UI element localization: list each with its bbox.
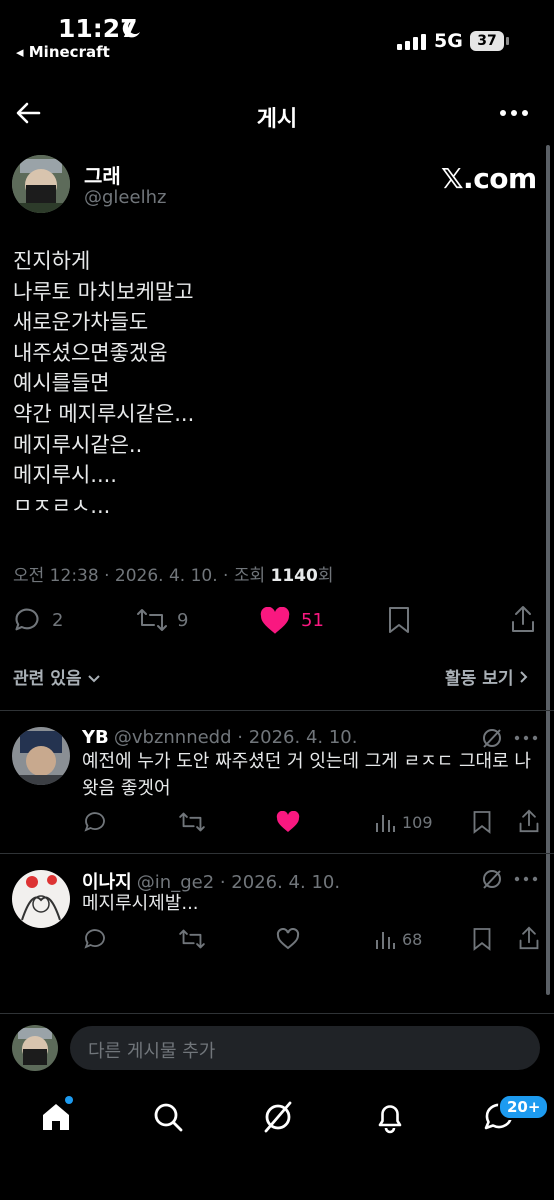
chevron-down-icon	[88, 675, 101, 683]
reply-avatar[interactable]	[12, 870, 70, 928]
reply-avatar[interactable]	[12, 727, 70, 785]
grok-icon[interactable]	[262, 1100, 294, 1134]
view-suffix: 회	[317, 566, 334, 586]
share-icon[interactable]	[518, 808, 540, 834]
reply-icon[interactable]	[83, 810, 107, 834]
reply-count: 2	[52, 610, 64, 631]
post-line: 진지하게	[13, 249, 91, 273]
author-avatar[interactable]	[12, 155, 70, 213]
post-line: 나루토 마치보케말고	[13, 279, 194, 304]
moon-icon	[122, 19, 140, 38]
notifications-bell-icon[interactable]	[374, 1100, 406, 1134]
user-avatar[interactable]	[12, 1025, 58, 1071]
share-icon[interactable]	[510, 604, 536, 634]
repost-icon[interactable]	[136, 607, 168, 633]
divider	[0, 853, 554, 854]
search-icon[interactable]	[152, 1101, 184, 1133]
compose-placeholder: 다른 게시물 추가	[88, 1041, 216, 1062]
post-meta: 오전 12:38 · 2026. 4. 10. · 조회 1140회	[13, 561, 333, 586]
repost-icon[interactable]	[178, 928, 206, 950]
post-text: 진지하게 나루토 마치보케말고 새로운가차들도 내주셨으면좋겠움 예시를들면 약…	[13, 246, 194, 521]
sort-label: 관련 있음	[13, 669, 82, 689]
scrollbar[interactable]	[546, 145, 550, 995]
back-to-app-link[interactable]: ◂ Minecraft	[16, 43, 110, 61]
battery-level: 37	[477, 33, 497, 49]
reply-header: YB @vbznnnedd · 2026. 4. 10.	[82, 727, 357, 748]
page-title: 게시	[256, 107, 298, 132]
bookmark-icon[interactable]	[472, 810, 492, 834]
repost-icon[interactable]	[178, 811, 206, 833]
heart-outline-icon[interactable]	[276, 928, 300, 950]
post-line: 메지루시....	[13, 463, 117, 488]
reply-author-meta: @vbznnnedd · 2026. 4. 10.	[113, 727, 358, 748]
heart-filled-icon[interactable]	[276, 811, 300, 833]
author-handle[interactable]: @gleelhz	[84, 187, 166, 208]
ninja-avatar-icon	[12, 1025, 58, 1071]
post-line: 예시를들면	[13, 371, 110, 396]
analytics-icon[interactable]	[374, 811, 396, 833]
divider	[0, 710, 554, 711]
view-count: 1140	[270, 566, 318, 586]
chevron-right-icon	[520, 671, 528, 683]
home-icon[interactable]	[40, 1101, 72, 1133]
x-watermark: 𝕏.com	[441, 162, 537, 195]
post-line: 새로운가차들도	[13, 310, 149, 335]
reply-text: 메지루시제발...	[82, 893, 199, 914]
more-options-icon[interactable]	[499, 108, 529, 118]
bookmark-icon[interactable]	[472, 927, 492, 951]
battery-icon: 37	[470, 31, 504, 51]
reply-text: 예전에 누가 도안 짜주셨던 거 잇는데 그게 ㄹㅈㄷ 그대로 나 왓음 좋겟어	[82, 751, 531, 799]
reply-author-name[interactable]: YB	[82, 727, 109, 748]
post-line: 약간 메지루시같은...	[13, 401, 195, 426]
reply-icon[interactable]	[83, 927, 107, 951]
battery-tip	[506, 37, 509, 45]
signal-icon	[397, 34, 426, 50]
reply-more-icon[interactable]	[514, 876, 538, 882]
sort-related-dropdown[interactable]: 관련 있음	[13, 664, 101, 689]
author-name[interactable]: 그래	[84, 160, 121, 189]
reply-icon[interactable]	[13, 606, 41, 634]
reply-view-count: 109	[402, 813, 433, 832]
share-icon[interactable]	[518, 925, 540, 951]
view-activity-link[interactable]: 활동 보기	[445, 664, 529, 689]
reply-more-icon[interactable]	[514, 735, 538, 741]
sketch-avatar-icon	[12, 870, 70, 928]
network-label: 5G	[434, 30, 463, 52]
post-line: 메지루시같은..	[13, 432, 143, 457]
post-line: 내주셨으면좋겠움	[13, 340, 168, 365]
grok-icon[interactable]	[481, 727, 503, 749]
reply-view-count: 68	[402, 930, 423, 949]
post-line: ㅁㅈㄹㅅ...	[13, 493, 111, 518]
like-count: 51	[301, 610, 324, 631]
repost-count: 9	[177, 610, 189, 631]
heart-filled-icon[interactable]	[259, 607, 291, 635]
divider	[0, 1013, 554, 1014]
ninja-avatar-icon	[12, 155, 70, 213]
person-avatar-icon	[12, 727, 70, 785]
bookmark-icon[interactable]	[387, 606, 411, 634]
analytics-icon[interactable]	[374, 928, 396, 950]
messages-badge: 20+	[498, 1094, 550, 1120]
grok-icon[interactable]	[481, 868, 503, 890]
view-activity-label: 활동 보기	[445, 669, 514, 689]
notification-dot	[65, 1096, 73, 1104]
post-timestamp: 오전 12:38 · 2026. 4. 10. · 조회	[13, 566, 271, 586]
